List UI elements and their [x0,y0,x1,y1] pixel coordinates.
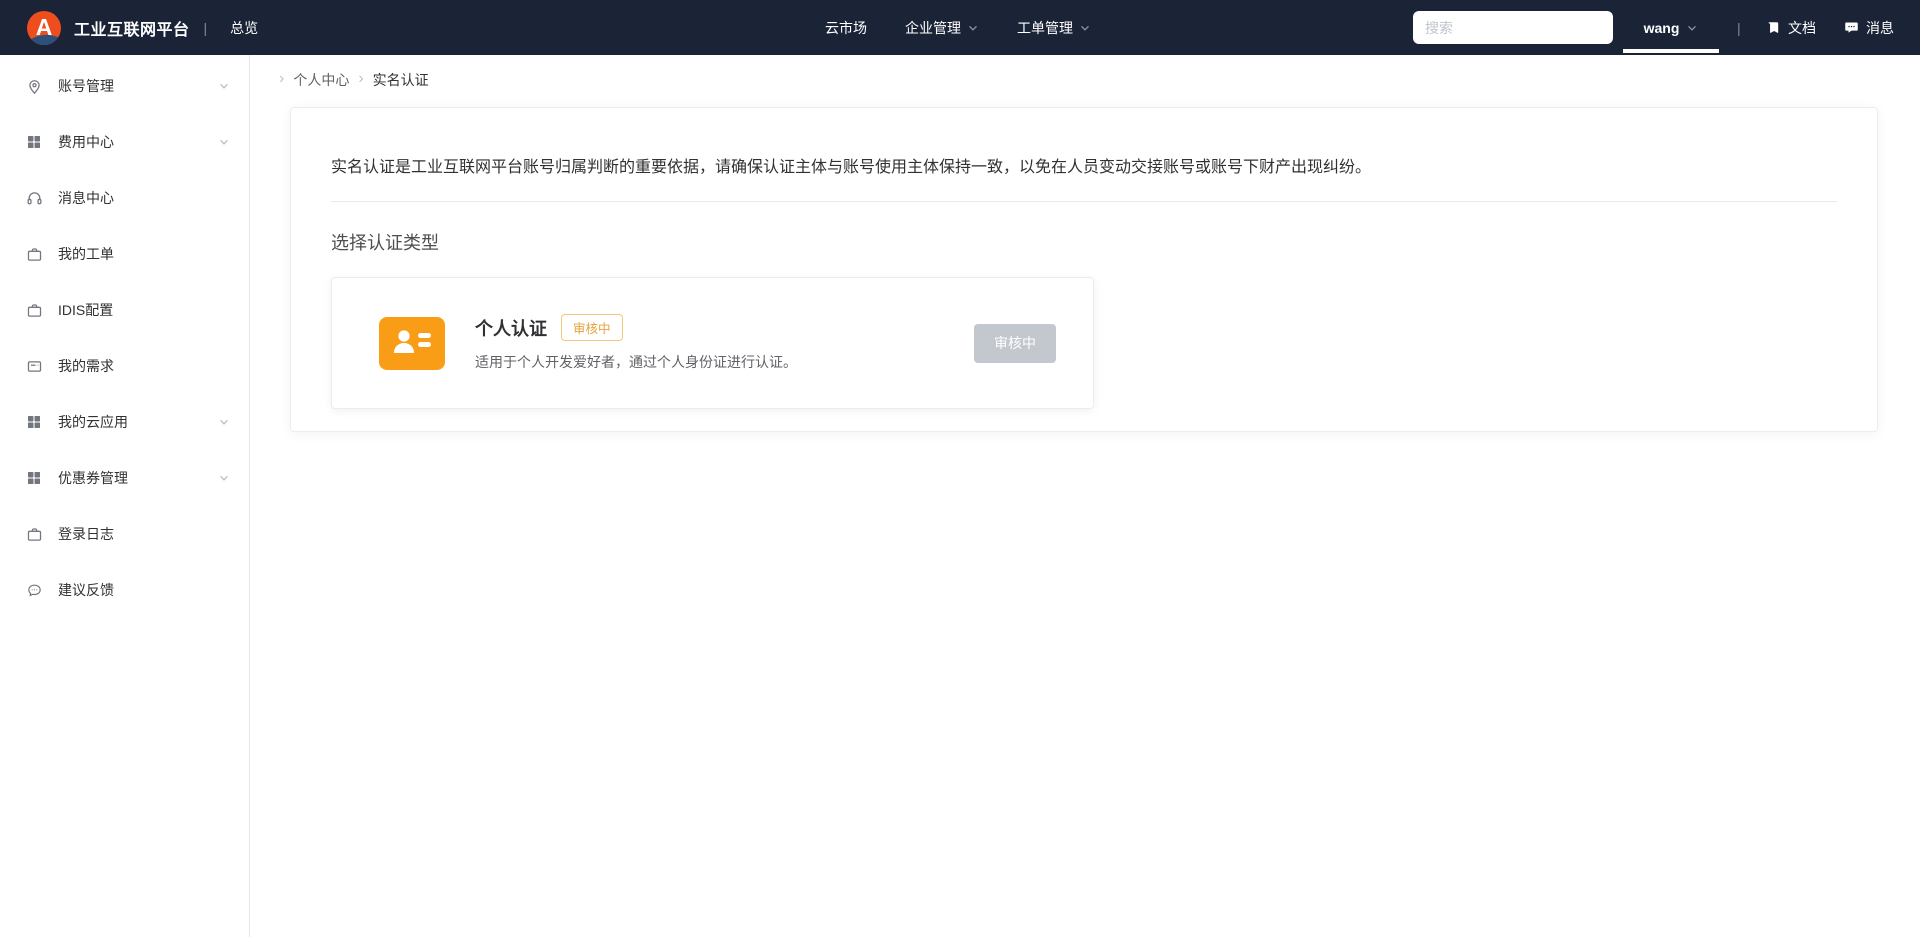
location-pin-icon [25,77,43,95]
divider: | [1737,19,1741,36]
grid-icon [25,469,43,487]
sidebar-item-label: 我的工单 [58,246,114,262]
nav-link-label: 文档 [1788,19,1816,36]
sidebar-item-label: 我的云应用 [58,414,128,430]
nav-item-label: 工单管理 [1017,19,1073,36]
navbar-menu: 云市场 企业管理 工单管理 [825,0,1091,55]
verification-intro-text: 实名认证是工业互联网平台账号归属判断的重要依据，请确保认证主体与账号使用主体保持… [331,156,1837,202]
auth-card-title: 个人认证 [475,318,547,339]
headset-icon [25,189,43,207]
chevron-down-icon [1079,22,1091,34]
grid-icon [25,413,43,431]
sidebar-item-my-requirements[interactable]: 我的需求 [0,338,249,394]
sidebar-item-idis-config[interactable]: IDIS配置 [0,282,249,338]
username: wang [1643,19,1680,36]
user-menu[interactable]: wang [1623,0,1719,55]
briefcase-icon [25,245,43,263]
card-icon [25,357,43,375]
logo-letter: A [35,14,53,40]
chevron-down-icon [218,472,230,484]
feedback-icon [25,581,43,599]
sidebar-item-label: 优惠券管理 [58,470,128,486]
under-review-button[interactable]: 审核中 [974,323,1056,363]
sidebar-item-label: 建议反馈 [58,582,114,598]
sidebar-item-coupon-management[interactable]: 优惠券管理 [0,450,249,506]
sidebar-item-label: 费用中心 [58,134,114,150]
chevron-down-icon [1686,22,1698,34]
nav-link-docs[interactable]: 文档 [1766,18,1816,38]
chevron-down-icon [967,22,979,34]
sidebar-item-account-management[interactable]: 账号管理 [0,58,249,114]
sidebar-item-label: 账号管理 [58,78,114,94]
platform-logo-icon: A [27,10,61,45]
search-input[interactable] [1413,11,1613,44]
breadcrumb-current: 实名认证 [372,72,429,88]
navbar-brand-group: A 工业互联网平台 | 总览 [27,0,258,55]
nav-item-label: 云市场 [825,19,867,36]
nav-item-ticket-management[interactable]: 工单管理 [1017,18,1091,38]
breadcrumb-link[interactable]: 个人中心 [293,70,349,90]
top-navbar: A 工业互联网平台 | 总览 云市场 企业管理 工单管理 wang | 文档 消息 [0,0,1920,55]
sidebar-item-my-tickets[interactable]: 我的工单 [0,226,249,282]
auth-card-body: 个人认证 审核中 适用于个人开发爱好者，通过个人身份证进行认证。 [475,314,974,372]
sidebar-item-label: IDIS配置 [58,302,114,318]
status-badge: 审核中 [561,314,623,341]
nav-item-overview[interactable]: 总览 [230,18,258,38]
nav-item-enterprise-management[interactable]: 企业管理 [905,18,979,38]
sidebar: 账号管理费用中心消息中心我的工单 IDIS配置 我的需求我的云应用优惠券管理登录日志… [0,55,250,937]
platform-title: 工业互联网平台 [74,21,190,39]
chevron-down-icon [218,416,230,428]
chevron-right-icon: › [279,70,285,87]
navbar-links: 文档 消息 [1766,0,1894,55]
sidebar-item-billing-center[interactable]: 费用中心 [0,114,249,170]
nav-link-label: 消息 [1866,19,1894,36]
chevron-right-icon: › [358,70,364,87]
personal-auth-card[interactable]: 个人认证 审核中 适用于个人开发爱好者，通过个人身份证进行认证。 审核中 [331,277,1094,409]
auth-card-description: 适用于个人开发爱好者，通过个人身份证进行认证。 [475,354,797,370]
sidebar-item-label: 登录日志 [58,526,114,542]
sidebar-item-label: 我的需求 [58,358,114,374]
breadcrumb: › 个人中心 › 实名认证 [279,69,1920,91]
sidebar-item-login-logs[interactable]: 登录日志 [0,506,249,562]
sidebar-item-feedback[interactable]: 建议反馈 [0,562,249,618]
briefcase-icon [25,525,43,543]
verification-panel: 实名认证是工业互联网平台账号归属判断的重要依据，请确保认证主体与账号使用主体保持… [290,107,1878,432]
message-icon [1844,20,1859,35]
nav-item-label: 企业管理 [905,19,961,36]
book-icon [1766,20,1781,35]
section-title: 选择认证类型 [331,233,439,253]
id-card-icon [379,316,445,370]
chevron-down-icon [218,136,230,148]
nav-link-messages[interactable]: 消息 [1844,18,1894,38]
sidebar-item-my-cloud-apps[interactable]: 我的云应用 [0,394,249,450]
grid-icon [25,133,43,151]
nav-item-cloud-market[interactable]: 云市场 [825,18,867,38]
main-content: › 个人中心 › 实名认证 实名认证是工业互联网平台账号归属判断的重要依据，请确保认证… [250,0,1920,432]
briefcase-icon [25,301,43,319]
sidebar-item-label: 消息中心 [58,190,114,206]
chevron-down-icon [218,80,230,92]
divider: | [203,19,208,36]
sidebar-item-message-center[interactable]: 消息中心 [0,170,249,226]
